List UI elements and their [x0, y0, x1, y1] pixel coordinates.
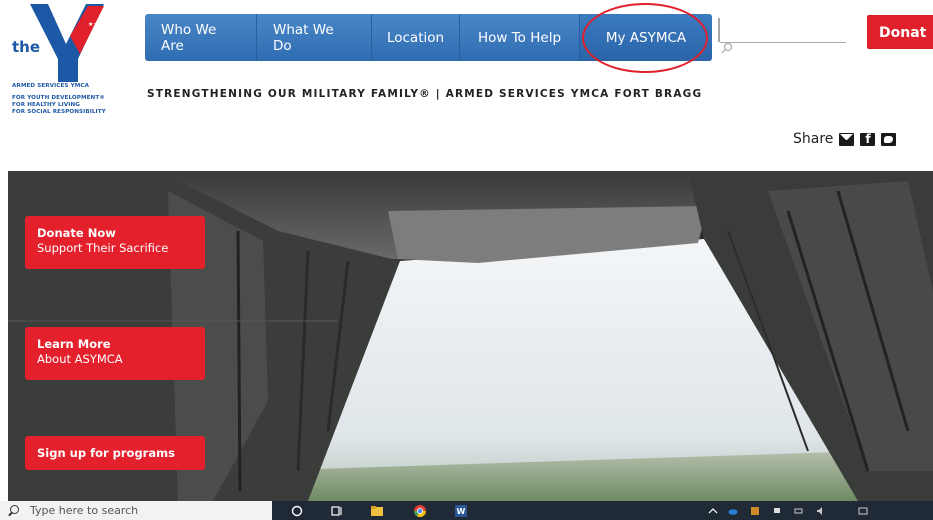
- ymca-y-logo-icon: the ★★★★: [12, 4, 110, 82]
- svg-text:the: the: [12, 38, 40, 56]
- mail-icon[interactable]: [839, 132, 855, 146]
- hero-banner: Donate Now Support Their Sacrifice Learn…: [8, 171, 933, 501]
- donate-button[interactable]: Donat: [867, 15, 933, 49]
- nav-item-location[interactable]: Location: [372, 14, 460, 61]
- search-bracket: [718, 18, 720, 42]
- onedrive-icon[interactable]: [728, 506, 738, 516]
- file-explorer-icon[interactable]: [370, 504, 384, 518]
- svg-text:W: W: [457, 507, 466, 516]
- taskbar-search-box[interactable]: Type here to search: [0, 501, 272, 520]
- logo-line-1: FOR YOUTH DEVELOPMENT®: [12, 95, 105, 101]
- twitter-icon[interactable]: [881, 132, 897, 146]
- asymca-logo[interactable]: the ★★★★ ARMED SERVICES YMCA FOR YOUTH D…: [8, 4, 128, 132]
- taskbar-search-placeholder: Type here to search: [30, 504, 139, 517]
- nav-item-who-we-are[interactable]: Who We Are: [145, 14, 257, 61]
- site-tagline: STRENGTHENING OUR MILITARY FAMILY® | ARM…: [147, 88, 703, 100]
- svg-text:★★★★: ★★★★: [88, 21, 110, 28]
- task-view-icon[interactable]: [330, 504, 344, 518]
- cortana-search-icon[interactable]: [290, 504, 304, 518]
- nav-item-how-to-help[interactable]: How To Help: [460, 14, 580, 61]
- logo-line-3: FOR SOCIAL RESPONSIBILITY: [12, 109, 106, 115]
- word-icon[interactable]: W: [454, 504, 468, 518]
- search-input[interactable]: [722, 18, 844, 41]
- logo-tagline: ARMED SERVICES YMCA FOR YOUTH DEVELOPMEN…: [12, 83, 132, 116]
- main-nav: Who We Are What We Do Location How To He…: [145, 14, 712, 61]
- nav-item-what-we-do[interactable]: What We Do: [257, 14, 372, 61]
- cta-title: Learn More: [37, 337, 111, 351]
- search-underline: [720, 42, 846, 43]
- logo-org-name: ARMED SERVICES YMCA: [12, 83, 90, 89]
- share-bar: Share: [793, 131, 897, 147]
- volume-icon[interactable]: [816, 506, 826, 516]
- chrome-icon[interactable]: [413, 504, 427, 518]
- facebook-icon[interactable]: [860, 132, 876, 146]
- windows-taskbar: Type here to search W: [0, 501, 933, 520]
- search-icon[interactable]: [721, 42, 733, 54]
- sign-up-cta[interactable]: Sign up for programs: [25, 436, 205, 470]
- learn-more-cta[interactable]: Learn More About ASYMCA: [25, 327, 205, 380]
- battery-icon[interactable]: [794, 506, 804, 516]
- notification-icon[interactable]: [858, 506, 868, 516]
- donate-now-cta[interactable]: Donate Now Support Their Sacrifice: [25, 216, 205, 269]
- cta-title: Donate Now: [37, 226, 116, 240]
- cta-title: Sign up for programs: [37, 446, 175, 460]
- chevron-up-icon[interactable]: [708, 506, 718, 516]
- cta-subtitle: About ASYMCA: [37, 352, 123, 366]
- search-icon: [10, 505, 19, 514]
- cta-subtitle: Support Their Sacrifice: [37, 241, 169, 255]
- tray-app-icon[interactable]: [750, 506, 760, 516]
- logo-line-2: FOR HEALTHY LIVING: [12, 102, 80, 108]
- nav-item-my-asymca[interactable]: My ASYMCA: [580, 14, 712, 61]
- share-label: Share: [793, 131, 834, 147]
- search-box: [718, 18, 846, 54]
- network-icon[interactable]: [772, 506, 782, 516]
